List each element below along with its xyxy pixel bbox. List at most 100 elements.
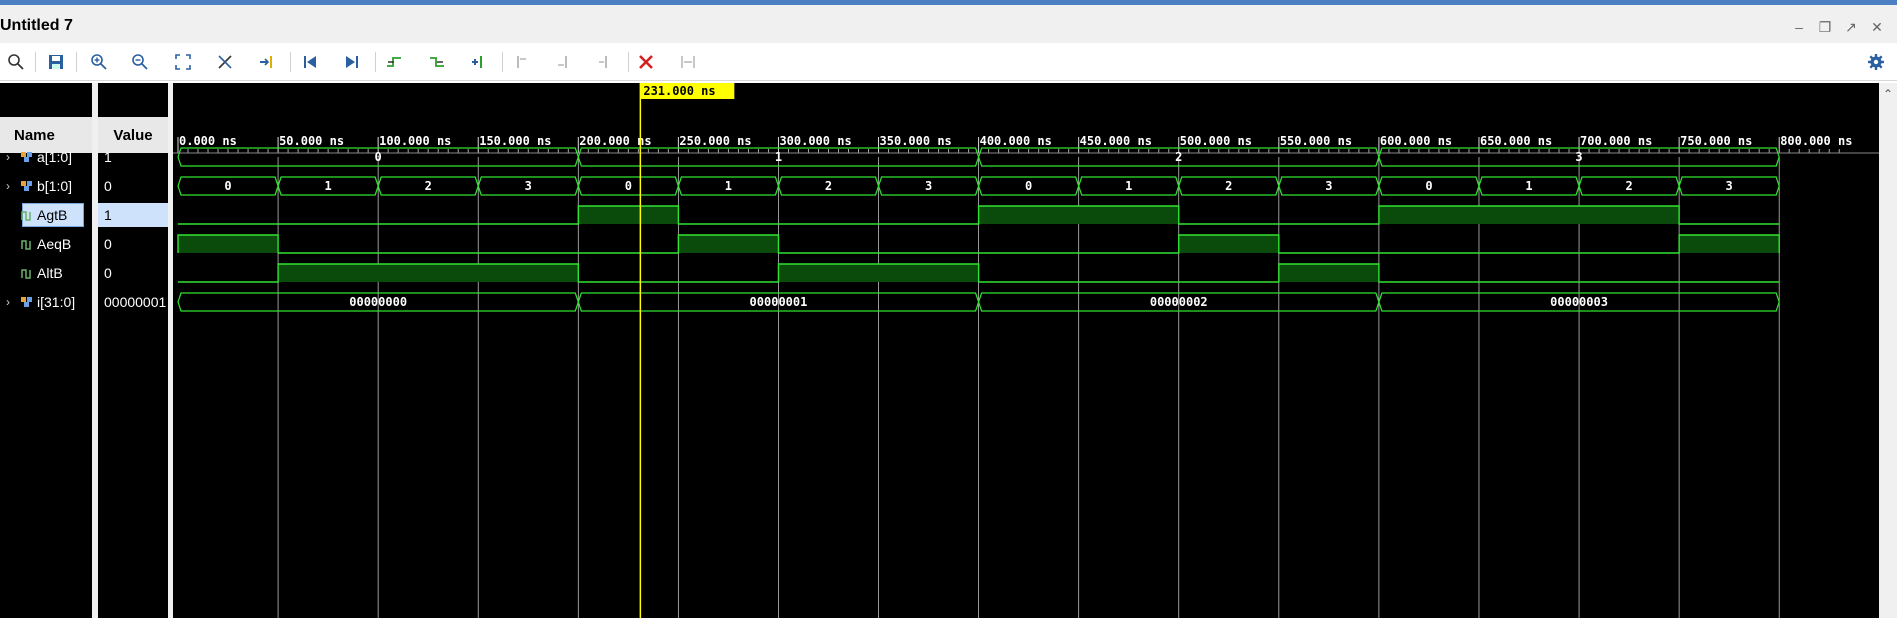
close-red-icon[interactable] [634, 50, 658, 74]
waveform-svg[interactable]: 0.000 ns 50.000 ns 100.000 ns 150.000 ns 200… [173, 83, 1879, 618]
bus-segment-value: 3 [1726, 179, 1733, 193]
signal-value-panel: Value 1 0 1 0 0 00000001 [98, 83, 168, 618]
restore-icon[interactable]: ❐ [1817, 19, 1833, 35]
previous-transition-icon[interactable] [382, 50, 406, 74]
bus-segment-value: 00000002 [1150, 295, 1208, 309]
timescale-label: 250.000 ns [679, 134, 751, 148]
bus-segment-value: 1 [1125, 179, 1132, 193]
next-marker-icon[interactable] [551, 50, 575, 74]
bus-segment-value: 2 [825, 179, 832, 193]
signal-name-label: AeqB [37, 236, 72, 252]
next-transition-icon[interactable] [425, 50, 449, 74]
bit-high-fill [778, 264, 979, 282]
settings-gear-icon[interactable] [1864, 50, 1888, 74]
search-icon[interactable] [4, 50, 28, 74]
signal-name-row[interactable]: › b[1:0] [0, 174, 92, 198]
timescale-label: 750.000 ns [1680, 134, 1752, 148]
window-title: Untitled 7 [0, 17, 73, 34]
timescale-label: 700.000 ns [1580, 134, 1652, 148]
signal-name-row[interactable]: AgtB [0, 203, 92, 227]
swap-cursors-icon[interactable] [676, 50, 700, 74]
bus-segment-value: 2 [1625, 179, 1632, 193]
bus-segment-value: 3 [1325, 179, 1332, 193]
timescale-label: 150.000 ns [479, 134, 551, 148]
signal-value: 0 [104, 236, 112, 252]
timescale-label: 450.000 ns [1080, 134, 1152, 148]
bit-high-fill [278, 264, 579, 282]
signal-name-label: a[1:0] [37, 149, 73, 165]
time-cursor-label: 231.000 ns [643, 84, 715, 98]
bit-high-fill [978, 206, 1179, 224]
timescale-label: 600.000 ns [1380, 134, 1452, 148]
bus-segment-value: 1 [324, 179, 331, 193]
float-icon[interactable]: ↗ [1843, 19, 1859, 35]
cursor-snap-icon[interactable] [213, 50, 237, 74]
window-controls: – ❐ ↗ ✕ [1791, 19, 1885, 35]
previous-marker-icon[interactable] [509, 50, 533, 74]
bus-segment-value: 3 [1575, 150, 1582, 164]
bus-segment-value: 0 [1425, 179, 1432, 193]
timescale-label: 50.000 ns [279, 134, 344, 148]
go-to-start-icon[interactable] [298, 50, 322, 74]
chevron-right-icon[interactable]: › [6, 295, 16, 309]
timescale-label: 0.000 ns [179, 134, 237, 148]
title-bar: Untitled 7 – ❐ ↗ ✕ [0, 5, 1897, 43]
delete-marker-icon[interactable] [593, 50, 617, 74]
bus-segment-value: 0 [625, 179, 632, 193]
waveform-canvas[interactable]: 0.000 ns 50.000 ns 100.000 ns 150.000 ns 200… [173, 83, 1879, 618]
scroll-up-icon[interactable]: ⌃ [1883, 87, 1893, 101]
bit-high-fill [1178, 235, 1279, 253]
bus-segment-value: 2 [1225, 179, 1232, 193]
close-icon[interactable]: ✕ [1869, 19, 1885, 35]
signal-name-row[interactable]: › i[31:0] [0, 290, 92, 314]
save-icon[interactable] [44, 50, 68, 74]
go-to-end-icon[interactable] [340, 50, 364, 74]
bus-segment-value: 00000000 [349, 295, 407, 309]
timescale-label: 100.000 ns [379, 134, 451, 148]
zoom-out-icon[interactable] [128, 50, 152, 74]
bit-high-fill [178, 235, 279, 253]
signal-value: 00000001 [104, 294, 167, 310]
add-marker-icon[interactable] [467, 50, 491, 74]
bit-high-fill [1378, 206, 1680, 224]
signal-name-label: i[31:0] [37, 294, 76, 310]
signal-value: 1 [104, 149, 112, 165]
bus-icon [21, 297, 32, 307]
minimize-icon[interactable]: – [1791, 19, 1807, 35]
bus-segment-value: 0 [375, 150, 382, 164]
bit-high-fill [1679, 235, 1780, 253]
timescale-label: 500.000 ns [1180, 134, 1252, 148]
signal-name-row[interactable]: AltB [0, 261, 92, 285]
bus-segment-value: 00000003 [1550, 295, 1608, 309]
bit-high-fill [1278, 264, 1379, 282]
signal-name-label: AltB [37, 265, 63, 281]
signal-name-row[interactable]: › a[1:0] [0, 145, 92, 169]
bus-segment-value: 3 [525, 179, 532, 193]
zoom-in-icon[interactable] [87, 50, 111, 74]
bit-high-fill [678, 235, 779, 253]
vertical-scrollbar[interactable]: ⌃ [1879, 83, 1897, 618]
signal-name-row[interactable]: AeqB [0, 232, 92, 256]
timescale-label: 550.000 ns [1280, 134, 1352, 148]
signal-value: 0 [104, 265, 112, 281]
bit-signal-icon [21, 211, 31, 221]
bit-signal-icon [21, 240, 31, 250]
timescale-label: 350.000 ns [880, 134, 952, 148]
go-to-time-icon[interactable] [255, 50, 279, 74]
timescale-label: 300.000 ns [779, 134, 851, 148]
bus-icon [21, 181, 32, 191]
bus-segment-value: 1 [1525, 179, 1532, 193]
timescale-label: 650.000 ns [1480, 134, 1552, 148]
bus-segment-value: 1 [725, 179, 732, 193]
bus-segment-value: 00000001 [750, 295, 808, 309]
signal-name-panel: Name › a[1:0] › b[1:0] AgtB AeqB AltB › i[31:0] [0, 83, 92, 618]
waveform-toolbar [0, 43, 1897, 81]
chevron-right-icon[interactable]: › [6, 179, 16, 193]
zoom-fit-icon[interactable] [171, 50, 195, 74]
signal-value: 0 [104, 178, 112, 194]
bus-segment-value: 3 [925, 179, 932, 193]
signal-name-label: AgtB [37, 207, 68, 223]
chevron-right-icon[interactable]: › [6, 150, 16, 164]
bit-high-fill [578, 206, 679, 224]
bus-segment-value: 1 [775, 150, 782, 164]
